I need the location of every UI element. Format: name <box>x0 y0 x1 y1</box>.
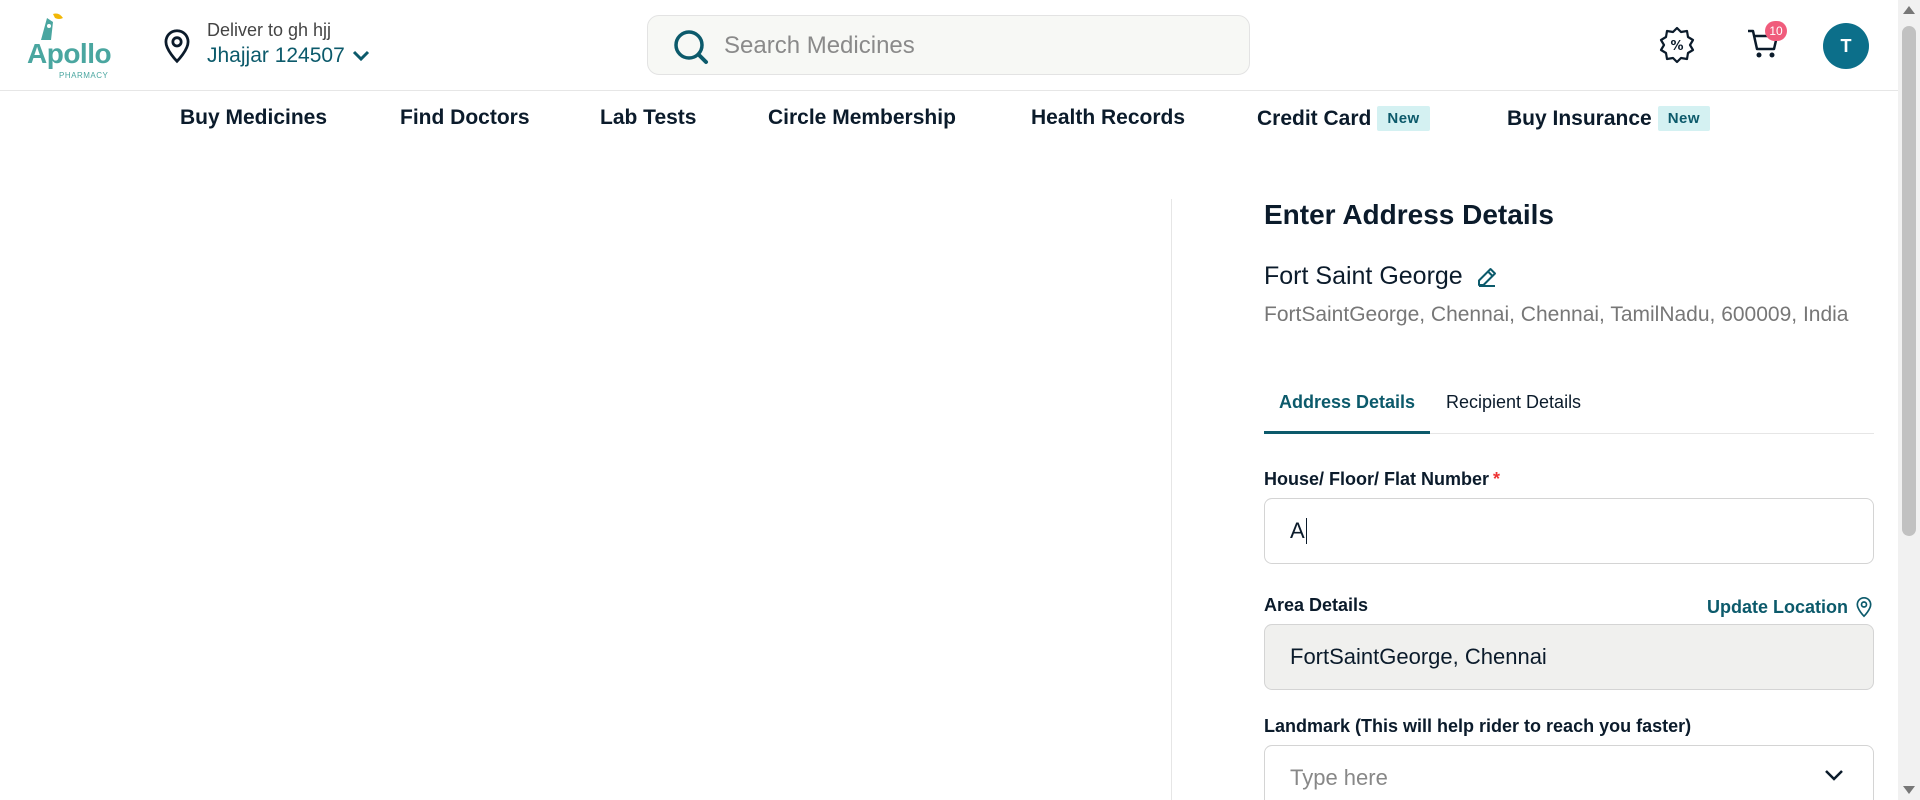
update-location-label: Update Location <box>1706 596 1848 617</box>
search-input[interactable]: Search Medicines <box>724 32 915 60</box>
deliver-to-label: Deliver to gh hjj <box>207 20 332 40</box>
nav-label: Credit Card <box>1257 106 1372 130</box>
tab-recipient-details[interactable]: Recipient Details <box>1431 390 1596 434</box>
landmark-select[interactable]: Type here <box>1264 745 1874 800</box>
nav-credit-card[interactable]: Credit Card New <box>1257 106 1430 131</box>
chevron-down-icon <box>352 50 369 62</box>
location-address: FortSaintGeorge, Chennai, Chennai, Tamil… <box>1264 303 1849 326</box>
update-location-pin-icon <box>1856 596 1872 618</box>
page-title: Enter Address Details <box>1264 199 1554 230</box>
apollo-logo[interactable]: Apollo PHARMACY <box>25 10 112 82</box>
nav-circle-membership[interactable]: Circle Membership <box>768 106 956 130</box>
nav-lab-tests[interactable]: Lab Tests <box>600 106 696 130</box>
nav-label: Find Doctors <box>400 106 530 129</box>
svg-text:%: % <box>1670 39 1683 54</box>
scroll-thumb[interactable] <box>1902 26 1916 536</box>
new-badge: New <box>1657 106 1711 131</box>
new-badge: New <box>1377 106 1430 131</box>
nav-label: Health Records <box>1031 106 1186 129</box>
nav-label: Circle Membership <box>768 106 956 129</box>
location-name-row: Fort Saint George <box>1264 262 1499 291</box>
top-header: Apollo PHARMACY Deliver to gh hjj Jhajja… <box>0 0 1898 91</box>
update-location-link[interactable]: Update Location <box>1707 596 1874 618</box>
scroll-down-arrow[interactable] <box>1903 786 1915 794</box>
deliver-location-value: Jhajjar 124507 <box>207 44 345 67</box>
edit-icon[interactable] <box>1475 265 1499 289</box>
search-bar[interactable]: Search Medicines <box>647 15 1250 75</box>
nav-buy-medicines[interactable]: Buy Medicines <box>180 106 327 130</box>
area-details-input: FortSaintGeorge, Chennai <box>1264 624 1874 690</box>
house-number-value: A <box>1290 518 1305 543</box>
page-scrollbar[interactable] <box>1898 0 1920 800</box>
location-pin-icon <box>164 29 190 64</box>
location-name: Fort Saint George <box>1264 262 1463 290</box>
landmark-label: Landmark (This will help rider to reach … <box>1264 716 1692 736</box>
nav-health-records[interactable]: Health Records <box>1031 106 1185 130</box>
house-number-label-text: House/ Floor/ Flat Number <box>1264 469 1490 489</box>
landmark-placeholder: Type here <box>1290 765 1388 790</box>
nav-buy-insurance[interactable]: Buy Insurance New <box>1507 106 1711 131</box>
deliver-location-row[interactable]: Jhajjar 124507 <box>207 44 371 68</box>
cart-count-badge: 10 <box>1765 21 1787 41</box>
house-number-input[interactable]: A <box>1264 498 1874 564</box>
area-details-label: Area Details <box>1264 595 1369 615</box>
search-icon <box>674 30 708 64</box>
tab-address-details[interactable]: Address Details <box>1264 390 1431 434</box>
logo-wordmark: Apollo <box>27 38 112 69</box>
user-avatar[interactable]: T <box>1823 23 1869 69</box>
address-tabs: Address Details Recipient Details <box>1264 390 1874 434</box>
main-nav: Buy Medicines Find Doctors Lab Tests Cir… <box>0 92 1898 148</box>
nav-label: Buy Medicines <box>180 106 328 129</box>
nav-label: Buy Insurance <box>1507 106 1652 130</box>
text-cursor <box>1305 518 1307 544</box>
nav-label: Lab Tests <box>600 106 697 129</box>
nav-find-doctors[interactable]: Find Doctors <box>400 106 530 130</box>
offer-icon[interactable]: % <box>1657 25 1697 65</box>
chevron-down-icon <box>1825 770 1843 781</box>
logo-subtitle: PHARMACY <box>59 71 109 80</box>
scroll-up-arrow[interactable] <box>1903 6 1915 14</box>
content-divider <box>1171 199 1172 800</box>
required-asterisk: * <box>1493 469 1501 489</box>
area-details-value: FortSaintGeorge, Chennai <box>1290 644 1547 669</box>
house-number-label: House/ Floor/ Flat Number * <box>1264 469 1500 490</box>
